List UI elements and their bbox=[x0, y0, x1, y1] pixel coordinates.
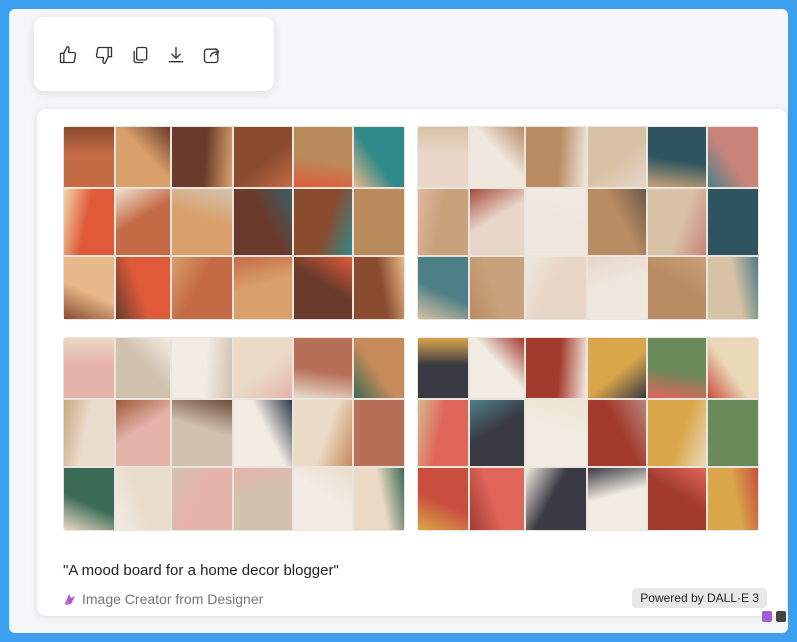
collage-tile bbox=[526, 338, 586, 398]
corner-icons bbox=[762, 611, 786, 622]
collage-tile bbox=[588, 127, 646, 187]
collage-tile bbox=[648, 257, 706, 319]
collage-tile bbox=[418, 127, 468, 187]
collage-tile bbox=[64, 127, 114, 187]
collage-tile bbox=[418, 338, 468, 398]
download-button[interactable] bbox=[164, 43, 188, 67]
app-icon bbox=[776, 611, 786, 622]
collage-tile bbox=[588, 468, 646, 530]
download-icon bbox=[168, 46, 184, 63]
collage-tile bbox=[708, 468, 758, 530]
collage-tile bbox=[526, 127, 586, 187]
collage-tile bbox=[470, 257, 524, 319]
collage-tile bbox=[708, 400, 758, 466]
generated-image-3[interactable] bbox=[63, 337, 405, 531]
collage-tile bbox=[234, 127, 292, 187]
collage-tile bbox=[708, 338, 758, 398]
collage-tile bbox=[294, 400, 352, 466]
collage-tile bbox=[526, 400, 586, 466]
collage-tile bbox=[354, 257, 404, 319]
collage-tile bbox=[172, 189, 232, 255]
thumbs-down-icon bbox=[95, 46, 113, 64]
collage-tile bbox=[354, 400, 404, 466]
powered-by-badge: Powered by DALL·E 3 bbox=[632, 588, 767, 608]
copy-icon bbox=[133, 46, 148, 64]
collage-tile bbox=[294, 338, 352, 398]
collage-tile bbox=[470, 338, 524, 398]
collage-tile bbox=[64, 338, 114, 398]
collage-tile bbox=[470, 400, 524, 466]
image-creator-credit[interactable]: Image Creator from Designer bbox=[63, 591, 263, 607]
collage-tile bbox=[354, 468, 404, 530]
collage-tile bbox=[64, 400, 114, 466]
share-icon bbox=[203, 47, 220, 64]
generated-image-2[interactable] bbox=[417, 126, 759, 320]
collage-tile bbox=[172, 468, 232, 530]
collage-tile bbox=[588, 400, 646, 466]
collage-tile bbox=[526, 257, 586, 319]
collage-tile bbox=[708, 257, 758, 319]
collage-tile bbox=[648, 400, 706, 466]
collage-tile bbox=[64, 189, 114, 255]
collage-tile bbox=[294, 468, 352, 530]
collage-tile bbox=[116, 257, 170, 319]
collage-tile bbox=[294, 127, 352, 187]
image-result-card: "A mood board for a home decor blogger" … bbox=[37, 109, 787, 616]
feedback-toolbar bbox=[34, 17, 274, 91]
collage-tile bbox=[116, 127, 170, 187]
collage-tile bbox=[116, 189, 170, 255]
collage-tile bbox=[588, 338, 646, 398]
collage-tile bbox=[708, 127, 758, 187]
copy-button[interactable] bbox=[128, 43, 152, 67]
prompt-caption: "A mood board for a home decor blogger" bbox=[63, 562, 339, 579]
collage-tile bbox=[648, 338, 706, 398]
collage-tile bbox=[294, 257, 352, 319]
collage-tile bbox=[354, 338, 404, 398]
collage-tile bbox=[116, 400, 170, 466]
app-frame: "A mood board for a home decor blogger" … bbox=[9, 9, 788, 633]
thumbs-up-icon bbox=[59, 46, 77, 64]
image-creator-label: Image Creator from Designer bbox=[82, 591, 264, 607]
collage-tile bbox=[172, 127, 232, 187]
app-icon bbox=[762, 611, 772, 622]
collage-tile bbox=[234, 189, 292, 255]
collage-tile bbox=[526, 468, 586, 530]
designer-logo-icon bbox=[65, 594, 75, 605]
collage-tile bbox=[116, 468, 170, 530]
collage-tile bbox=[172, 257, 232, 319]
collage-tile bbox=[116, 338, 170, 398]
collage-tile bbox=[418, 257, 468, 319]
collage-tile bbox=[588, 189, 646, 255]
collage-tile bbox=[234, 468, 292, 530]
dislike-button[interactable] bbox=[92, 43, 116, 67]
collage-tile bbox=[648, 468, 706, 530]
generated-image-1[interactable] bbox=[63, 126, 405, 320]
collage-tile bbox=[354, 189, 404, 255]
collage-tile bbox=[470, 189, 524, 255]
collage-tile bbox=[418, 400, 468, 466]
collage-tile bbox=[64, 468, 114, 530]
collage-tile bbox=[708, 189, 758, 255]
collage-tile bbox=[648, 189, 706, 255]
collage-tile bbox=[526, 189, 586, 255]
collage-tile bbox=[294, 189, 352, 255]
collage-tile bbox=[234, 400, 292, 466]
like-button[interactable] bbox=[56, 43, 80, 67]
collage-tile bbox=[470, 127, 524, 187]
collage-tile bbox=[234, 257, 292, 319]
collage-tile bbox=[588, 257, 646, 319]
collage-tile bbox=[354, 127, 404, 187]
generated-image-4[interactable] bbox=[417, 337, 759, 531]
collage-tile bbox=[418, 189, 468, 255]
collage-tile bbox=[648, 127, 706, 187]
collage-tile bbox=[172, 338, 232, 398]
collage-tile bbox=[64, 257, 114, 319]
collage-tile bbox=[234, 338, 292, 398]
collage-tile bbox=[470, 468, 524, 530]
share-button[interactable] bbox=[200, 43, 224, 67]
collage-tile bbox=[418, 468, 468, 530]
collage-tile bbox=[172, 400, 232, 466]
